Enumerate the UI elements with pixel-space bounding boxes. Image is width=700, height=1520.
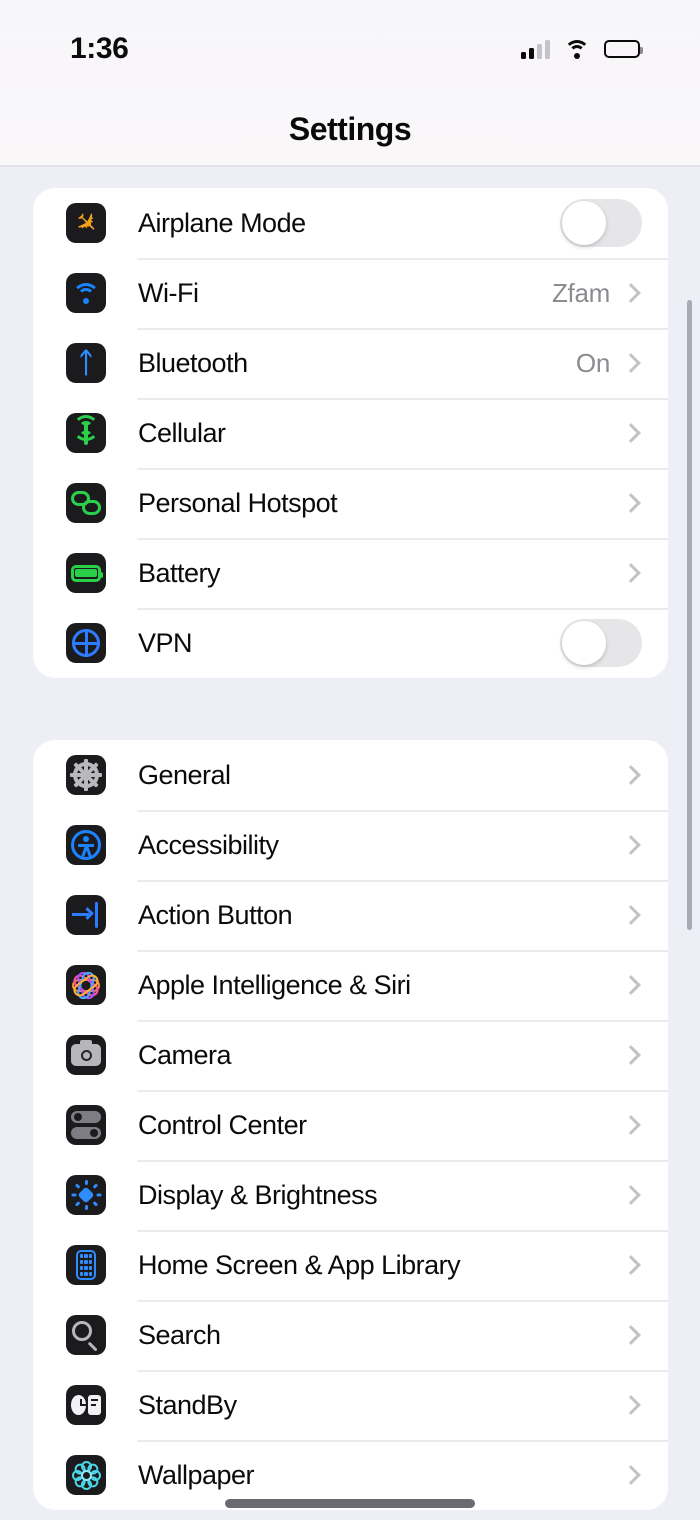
settings-row-label: Airplane Mode xyxy=(138,207,306,238)
battery-icon xyxy=(66,553,106,593)
home-screen-icon xyxy=(66,1245,106,1285)
settings-row-bluetooth[interactable]: ᛏ Bluetooth On xyxy=(33,328,668,398)
settings-row-value: On xyxy=(575,347,610,378)
settings-row-label: Control Center xyxy=(138,1109,307,1140)
hotspot-link-icon xyxy=(66,483,106,523)
settings-row-search[interactable]: Search xyxy=(33,1300,668,1370)
wallpaper-icon xyxy=(66,1455,106,1495)
chevron-right-icon xyxy=(621,1255,641,1275)
chevron-right-icon xyxy=(621,1395,641,1415)
chevron-right-icon xyxy=(621,765,641,785)
settings-row-label: Wallpaper xyxy=(138,1459,255,1490)
status-bar-time: 1:36 xyxy=(70,32,129,65)
settings-row-label: General xyxy=(138,759,231,790)
chevron-right-icon xyxy=(621,1115,641,1135)
settings-row-apple-intelligence-siri[interactable]: Apple Intelligence & Siri xyxy=(33,950,668,1020)
vpn-globe-icon xyxy=(66,623,106,663)
settings-row-label: Personal Hotspot xyxy=(138,487,338,518)
settings-row-toggle[interactable] xyxy=(560,619,642,667)
cellular-signal-icon xyxy=(521,39,550,59)
chevron-right-icon xyxy=(621,423,641,443)
settings-row-general[interactable]: General xyxy=(33,740,668,810)
settings-row-battery[interactable]: Battery xyxy=(33,538,668,608)
settings-row-cellular[interactable]: Cellular xyxy=(33,398,668,468)
chevron-right-icon xyxy=(621,353,641,373)
standby-icon xyxy=(66,1385,106,1425)
settings-row-toggle[interactable] xyxy=(560,199,642,247)
vertical-scrollbar[interactable] xyxy=(687,300,692,930)
gear-icon xyxy=(66,755,106,795)
settings-row-label: Search xyxy=(138,1319,221,1350)
settings-row-control-center[interactable]: Control Center xyxy=(33,1090,668,1160)
accessibility-icon xyxy=(66,825,106,865)
settings-row-label: VPN xyxy=(138,627,193,658)
settings-row-label: Camera xyxy=(138,1039,232,1070)
settings-group-connectivity: ✈ Airplane Mode Wi-Fi Zfam ᛏ Bluetooth On Cellu… xyxy=(33,188,668,678)
chevron-right-icon xyxy=(621,1465,641,1485)
bluetooth-icon: ᛏ xyxy=(66,343,106,383)
apple-intelligence-icon xyxy=(66,965,106,1005)
status-bar: 1:36 xyxy=(0,0,700,92)
chevron-right-icon xyxy=(621,835,641,855)
chevron-right-icon xyxy=(621,905,641,925)
settings-row-standby[interactable]: StandBy xyxy=(33,1370,668,1440)
home-indicator xyxy=(225,1499,475,1508)
chevron-right-icon xyxy=(621,563,641,583)
settings-row-accessibility[interactable]: Accessibility xyxy=(33,810,668,880)
settings-scroll-area[interactable]: ✈ Airplane Mode Wi-Fi Zfam ᛏ Bluetooth On Cellu… xyxy=(0,167,700,1520)
settings-row-vpn[interactable]: VPN xyxy=(33,608,668,678)
settings-row-label: Display & Brightness xyxy=(138,1179,378,1210)
settings-row-home-screen-app-library[interactable]: Home Screen & App Library xyxy=(33,1230,668,1300)
settings-row-action-button[interactable]: Action Button xyxy=(33,880,668,950)
chevron-right-icon xyxy=(621,1045,641,1065)
settings-row-label: Action Button xyxy=(138,899,293,930)
settings-row-label: Bluetooth xyxy=(138,347,248,378)
settings-row-label: Accessibility xyxy=(138,829,279,860)
settings-row-label: Battery xyxy=(138,557,221,588)
camera-icon xyxy=(66,1035,106,1075)
search-icon xyxy=(66,1315,106,1355)
settings-row-display-brightness[interactable]: Display & Brightness xyxy=(33,1160,668,1230)
settings-row-personal-hotspot[interactable]: Personal Hotspot xyxy=(33,468,668,538)
airplane-icon: ✈ xyxy=(66,203,106,243)
navigation-bar: Settings xyxy=(0,92,700,166)
chevron-right-icon xyxy=(621,283,641,303)
control-center-icon xyxy=(66,1105,106,1145)
settings-row-label: StandBy xyxy=(138,1389,237,1420)
wifi-icon xyxy=(66,273,106,313)
action-button-icon xyxy=(66,895,106,935)
status-bar-icons xyxy=(521,34,643,59)
settings-row-airplane-mode[interactable]: ✈ Airplane Mode xyxy=(33,188,668,258)
chevron-right-icon xyxy=(621,1325,641,1345)
settings-row-camera[interactable]: Camera xyxy=(33,1020,668,1090)
settings-row-label: Wi-Fi xyxy=(138,277,199,308)
battery-icon xyxy=(604,40,643,58)
page-title: Settings xyxy=(288,110,412,147)
settings-row-label: Apple Intelligence & Siri xyxy=(138,969,411,1000)
settings-row-value: Zfam xyxy=(551,277,610,308)
wifi-icon xyxy=(564,39,590,59)
settings-row-label: Cellular xyxy=(138,417,226,448)
settings-row-label: Home Screen & App Library xyxy=(138,1249,461,1280)
brightness-icon xyxy=(66,1175,106,1215)
nav-divider xyxy=(0,165,700,167)
toggle-knob xyxy=(562,201,606,245)
cellular-antenna-icon xyxy=(66,413,106,453)
toggle-knob xyxy=(562,621,606,665)
settings-group-system: General Accessibility Action Button Apple I… xyxy=(33,740,668,1510)
settings-row-wi-fi[interactable]: Wi-Fi Zfam xyxy=(33,258,668,328)
chevron-right-icon xyxy=(621,493,641,513)
chevron-right-icon xyxy=(621,1185,641,1205)
chevron-right-icon xyxy=(621,975,641,995)
